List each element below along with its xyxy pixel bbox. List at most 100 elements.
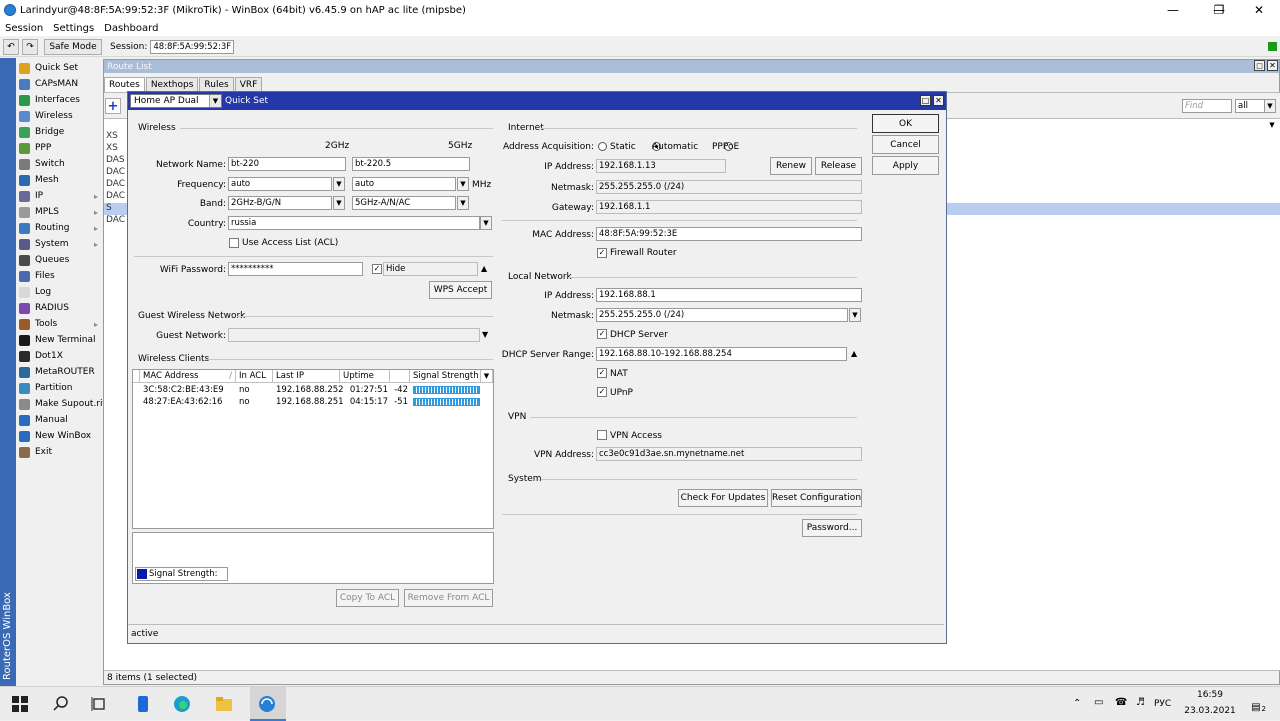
clock-date[interactable]: 23.03.2021 <box>1180 706 1240 716</box>
menu-item-tools[interactable]: Tools ▸ <box>16 316 102 332</box>
menu-item-wireless[interactable]: Wireless <box>16 108 102 124</box>
remove-from-acl-button[interactable]: Remove From ACL <box>404 589 493 607</box>
col-signal-strength[interactable]: Signal Strength <box>410 370 481 383</box>
menu-item-radius[interactable]: RADIUS <box>16 300 102 316</box>
tab-rules[interactable]: Rules <box>199 77 234 92</box>
cancel-button[interactable]: Cancel <box>872 135 939 154</box>
menu-item-bridge[interactable]: Bridge <box>16 124 102 140</box>
safe-mode-button[interactable]: Safe Mode <box>44 38 102 55</box>
menu-item-quick-set[interactable]: Quick Set <box>16 60 102 76</box>
wps-accept-button[interactable]: WPS Accept <box>429 281 492 299</box>
menu-item-system[interactable]: System ▸ <box>16 236 102 252</box>
redo-button[interactable]: ↷ <box>22 38 38 55</box>
clock-time[interactable]: 16:59 <box>1186 690 1234 700</box>
menu-session[interactable]: Session <box>0 23 48 34</box>
upnp-checkbox[interactable]: ✓ <box>597 387 607 397</box>
client-row[interactable]: 48:27:EA:43:62:16 no 192.168.88.251 04:15:1… <box>133 396 493 408</box>
ok-button[interactable]: OK <box>872 114 939 133</box>
use-acl-checkbox[interactable] <box>229 238 239 248</box>
columns-dropdown-icon[interactable]: ▼ <box>1266 118 1278 132</box>
filter-dropdown-button[interactable]: ▼ <box>1264 99 1276 113</box>
menu-settings[interactable]: Settings <box>48 23 99 34</box>
col-uptime[interactable]: Uptime <box>340 370 390 383</box>
route-list-close-button[interactable]: ✕ <box>1267 60 1278 71</box>
col-last-ip[interactable]: Last IP <box>273 370 340 383</box>
show-hidden-icons[interactable]: ⌃ <box>1073 698 1081 709</box>
language-indicator[interactable]: РУС <box>1154 699 1171 709</box>
add-route-button[interactable]: + <box>105 98 121 114</box>
volume-icon[interactable]: ♬ <box>1136 697 1145 708</box>
task-view-icon[interactable] <box>90 695 108 713</box>
reset-configuration-button[interactable]: Reset Configuration <box>771 489 862 507</box>
password-button[interactable]: Password... <box>802 519 862 537</box>
collapse-up-icon[interactable]: ▲ <box>481 264 487 273</box>
menu-item-new-terminal[interactable]: New Terminal <box>16 332 102 348</box>
apply-button[interactable]: Apply <box>872 156 939 175</box>
nat-checkbox[interactable]: ✓ <box>597 368 607 378</box>
menu-item-partition[interactable]: Partition <box>16 380 102 396</box>
client-row[interactable]: 3C:58:C2:BE:43:E9 no 192.168.88.252 01:27:5… <box>133 384 493 396</box>
menu-item-interfaces[interactable]: Interfaces <box>16 92 102 108</box>
undo-button[interactable]: ↶ <box>3 38 19 55</box>
search-icon[interactable] <box>52 695 70 713</box>
frequency-5ghz-dropdown[interactable]: ▼ <box>457 177 469 191</box>
phone-app-icon[interactable] <box>134 695 152 713</box>
tab-routes[interactable]: Routes <box>104 77 145 92</box>
dhcp-range-input[interactable]: 192.168.88.10-192.168.88.254 <box>596 347 847 361</box>
hide-password-checkbox[interactable]: ✓ <box>372 264 382 274</box>
tab-vrf[interactable]: VRF <box>234 77 263 92</box>
notifications-icon[interactable]: ▤ 2 <box>1246 695 1266 713</box>
guest-network-select[interactable] <box>228 328 480 342</box>
vpn-access-checkbox[interactable] <box>597 430 607 440</box>
menu-item-make-supout-rif[interactable]: Make Supout.rif <box>16 396 106 412</box>
find-input[interactable]: Find <box>1182 99 1232 113</box>
menu-item-ip[interactable]: IP ▸ <box>16 188 102 204</box>
tab-nexthops[interactable]: Nexthops <box>145 77 199 92</box>
acq-static-radio[interactable] <box>598 142 607 151</box>
file-explorer-icon[interactable] <box>215 695 233 713</box>
collapse-up-icon[interactable]: ▲ <box>851 349 857 358</box>
menu-item-exit[interactable]: Exit <box>16 444 102 460</box>
menu-item-ppp[interactable]: PPP <box>16 140 102 156</box>
menu-item-mpls[interactable]: MPLS ▸ <box>16 204 102 220</box>
frequency-2ghz-dropdown[interactable]: ▼ <box>333 177 345 191</box>
menu-dashboard[interactable]: Dashboard <box>99 23 163 34</box>
route-list-maximize-button[interactable]: □ <box>1254 60 1265 71</box>
copy-to-acl-button[interactable]: Copy To ACL <box>336 589 399 607</box>
menu-item-metarouter[interactable]: MetaROUTER <box>16 364 102 380</box>
firewall-router-checkbox[interactable]: ✓ <box>597 248 607 258</box>
local-ip-input[interactable]: 192.168.88.1 <box>596 288 862 302</box>
dialog-close-button[interactable]: ✕ <box>933 95 944 106</box>
network-name-2ghz-input[interactable]: bt-220 <box>228 157 346 171</box>
local-netmask-dropdown[interactable]: ▼ <box>849 308 861 322</box>
wifi-password-input[interactable]: ********** <box>228 262 363 276</box>
col-signal-value[interactable] <box>390 370 410 383</box>
band-2ghz-select[interactable]: 2GHz-B/G/N <box>228 196 332 210</box>
mode-select[interactable]: Home AP Dual ▼ <box>130 94 222 108</box>
local-netmask-select[interactable]: 255.255.255.0 (/24) <box>596 308 848 322</box>
menu-item-files[interactable]: Files <box>16 268 102 284</box>
menu-item-new-winbox[interactable]: New WinBox <box>16 428 102 444</box>
col-mac-address[interactable]: MAC Address ∕ <box>140 370 236 383</box>
menu-item-queues[interactable]: Queues <box>16 252 102 268</box>
frequency-5ghz-select[interactable]: auto <box>352 177 456 191</box>
country-select[interactable]: russia <box>228 216 480 230</box>
col-in-acl[interactable]: In ACL <box>236 370 273 383</box>
network-name-5ghz-input[interactable]: bt-220.5 <box>352 157 470 171</box>
menu-item-routing[interactable]: Routing ▸ <box>16 220 102 236</box>
edge-browser-icon[interactable] <box>173 695 191 713</box>
minimize-button[interactable]: — <box>1150 0 1196 20</box>
winbox-taskbar-icon[interactable] <box>258 695 276 713</box>
columns-dropdown-icon[interactable]: ▼ <box>481 370 493 383</box>
close-window-button[interactable]: ✕ <box>1236 0 1280 20</box>
menu-item-manual[interactable]: Manual <box>16 412 102 428</box>
dhcp-server-checkbox[interactable]: ✓ <box>597 329 607 339</box>
band-2ghz-dropdown[interactable]: ▼ <box>333 196 345 210</box>
network-icon[interactable]: ☎ <box>1115 697 1127 708</box>
release-button[interactable]: Release <box>815 157 862 175</box>
band-5ghz-select[interactable]: 5GHz-A/N/AC <box>352 196 456 210</box>
menu-item-log[interactable]: Log <box>16 284 102 300</box>
menu-item-capsman[interactable]: CAPsMAN <box>16 76 102 92</box>
session-field[interactable]: 48:8F:5A:99:52:3F <box>150 39 235 54</box>
windows-start-icon[interactable] <box>11 695 29 713</box>
